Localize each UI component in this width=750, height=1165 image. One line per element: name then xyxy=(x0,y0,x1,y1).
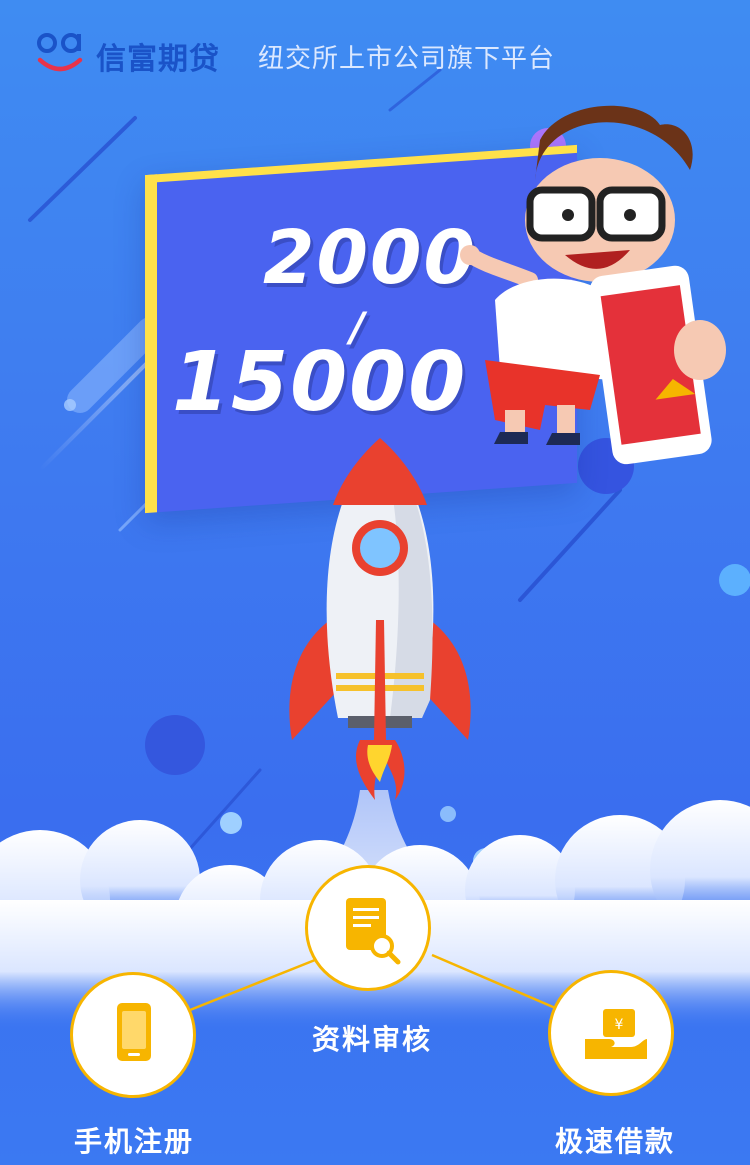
step-review-circle xyxy=(305,865,431,991)
document-search-icon xyxy=(346,898,401,965)
svg-text:¥: ¥ xyxy=(615,1017,624,1033)
landing-page: 信富期贷 纽交所上市公司旗下平台 2000 / 15000 手机注册 资料审核 … xyxy=(0,0,750,1165)
step-loan-circle: ¥ xyxy=(548,970,674,1096)
step-register-label: 手机注册 xyxy=(74,1125,195,1158)
step-register-circle xyxy=(70,972,196,1098)
step-loan-label: 极速借款 xyxy=(555,1125,676,1158)
phone-icon xyxy=(117,1003,151,1061)
step-review-label: 资料审核 xyxy=(312,1023,433,1056)
money-hand-icon: ¥ xyxy=(585,1009,647,1059)
